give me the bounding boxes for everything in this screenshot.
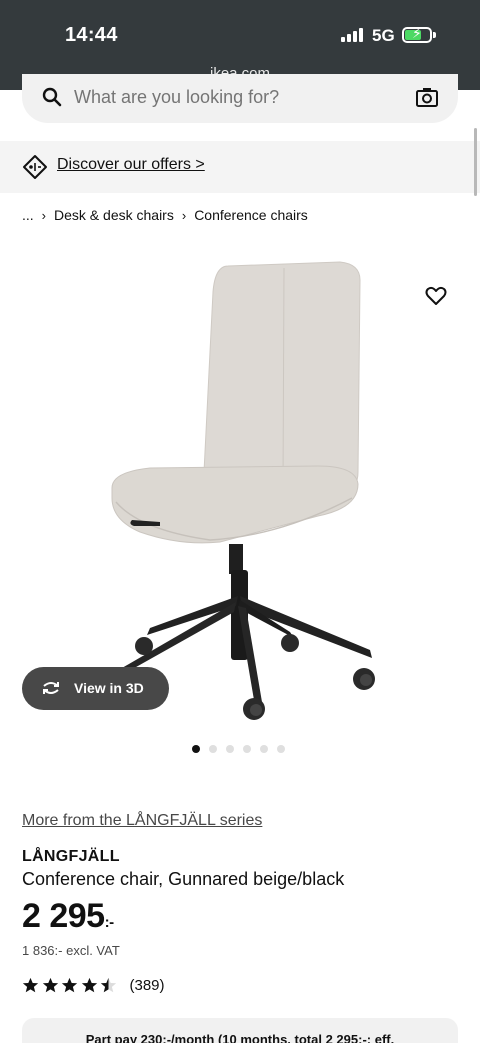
product-price: 2 295:- xyxy=(22,897,114,936)
camera-icon[interactable] xyxy=(416,87,438,107)
offer-tag-icon xyxy=(23,155,47,179)
chevron-right-icon: › xyxy=(41,207,47,223)
star-icon xyxy=(42,977,58,993)
discover-offers-link[interactable]: Discover our offers > xyxy=(57,156,205,174)
price-suffix: :- xyxy=(104,914,115,931)
product-name: LÅNGFJÄLL xyxy=(22,848,120,865)
carousel-dot[interactable] xyxy=(243,745,251,753)
breadcrumb: ... › Desk & desk chairs › Conference ch… xyxy=(22,207,308,223)
part-pay-box[interactable]: Part pay 230:-/month (10 months, total 2… xyxy=(22,1018,458,1043)
search-icon[interactable] xyxy=(42,87,62,107)
breadcrumb-ellipsis[interactable]: ... xyxy=(22,207,34,223)
series-link[interactable]: More from the LÅNGFJÄLL series xyxy=(22,812,262,830)
offers-banner[interactable]: Discover our offers > xyxy=(0,141,480,193)
heart-icon[interactable] xyxy=(424,284,448,308)
star-half-icon xyxy=(100,977,117,993)
carousel-dot[interactable] xyxy=(192,745,200,753)
review-count[interactable]: (389) xyxy=(130,977,165,994)
product-rating[interactable]: (389) xyxy=(22,977,165,994)
carousel-dot[interactable] xyxy=(277,745,285,753)
carousel-dots[interactable] xyxy=(192,745,285,753)
chevron-right-icon: › xyxy=(181,207,187,223)
breadcrumb-item-conference-chairs[interactable]: Conference chairs xyxy=(194,207,308,223)
carousel-dot[interactable] xyxy=(260,745,268,753)
breadcrumb-item-desk-chairs[interactable]: Desk & desk chairs xyxy=(54,207,174,223)
part-pay-text: Part pay 230:-/month (10 months, total 2… xyxy=(85,1032,395,1043)
star-icon xyxy=(61,977,78,993)
scrollbar[interactable] xyxy=(474,128,477,196)
carousel-dot[interactable] xyxy=(226,745,234,753)
carousel-dot[interactable] xyxy=(209,745,217,753)
product-image[interactable] xyxy=(0,240,480,740)
view-in-3d-label: View in 3D xyxy=(74,680,144,696)
rotate-3d-icon xyxy=(43,682,59,694)
status-time: 14:44 xyxy=(65,24,118,46)
search-input[interactable] xyxy=(74,87,394,108)
battery-cap xyxy=(433,32,436,38)
search-bar[interactable] xyxy=(22,74,458,123)
product-description: Conference chair, Gunnared beige/black xyxy=(22,869,345,889)
price-excl-vat: 1 836:- excl. VAT xyxy=(22,943,120,958)
network-type: 5G xyxy=(372,26,395,45)
price-value: 2 295 xyxy=(22,897,105,935)
battery-icon: ⚡ xyxy=(402,26,432,43)
signal-icon xyxy=(341,28,365,42)
star-icon xyxy=(81,977,97,993)
view-in-3d-button[interactable]: View in 3D xyxy=(22,667,169,710)
star-icon xyxy=(22,977,39,993)
